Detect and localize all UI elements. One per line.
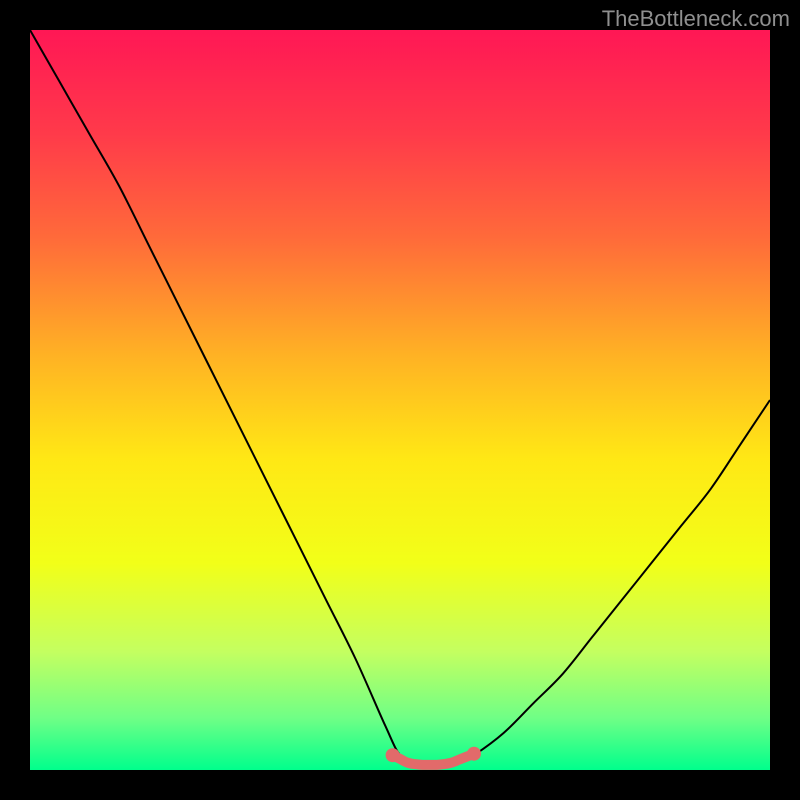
- chart-container: [30, 30, 770, 770]
- chart-background: [30, 30, 770, 770]
- marker-point: [467, 747, 481, 761]
- marker-point: [386, 748, 400, 762]
- chart-svg: [30, 30, 770, 770]
- watermark-text: TheBottleneck.com: [602, 6, 790, 32]
